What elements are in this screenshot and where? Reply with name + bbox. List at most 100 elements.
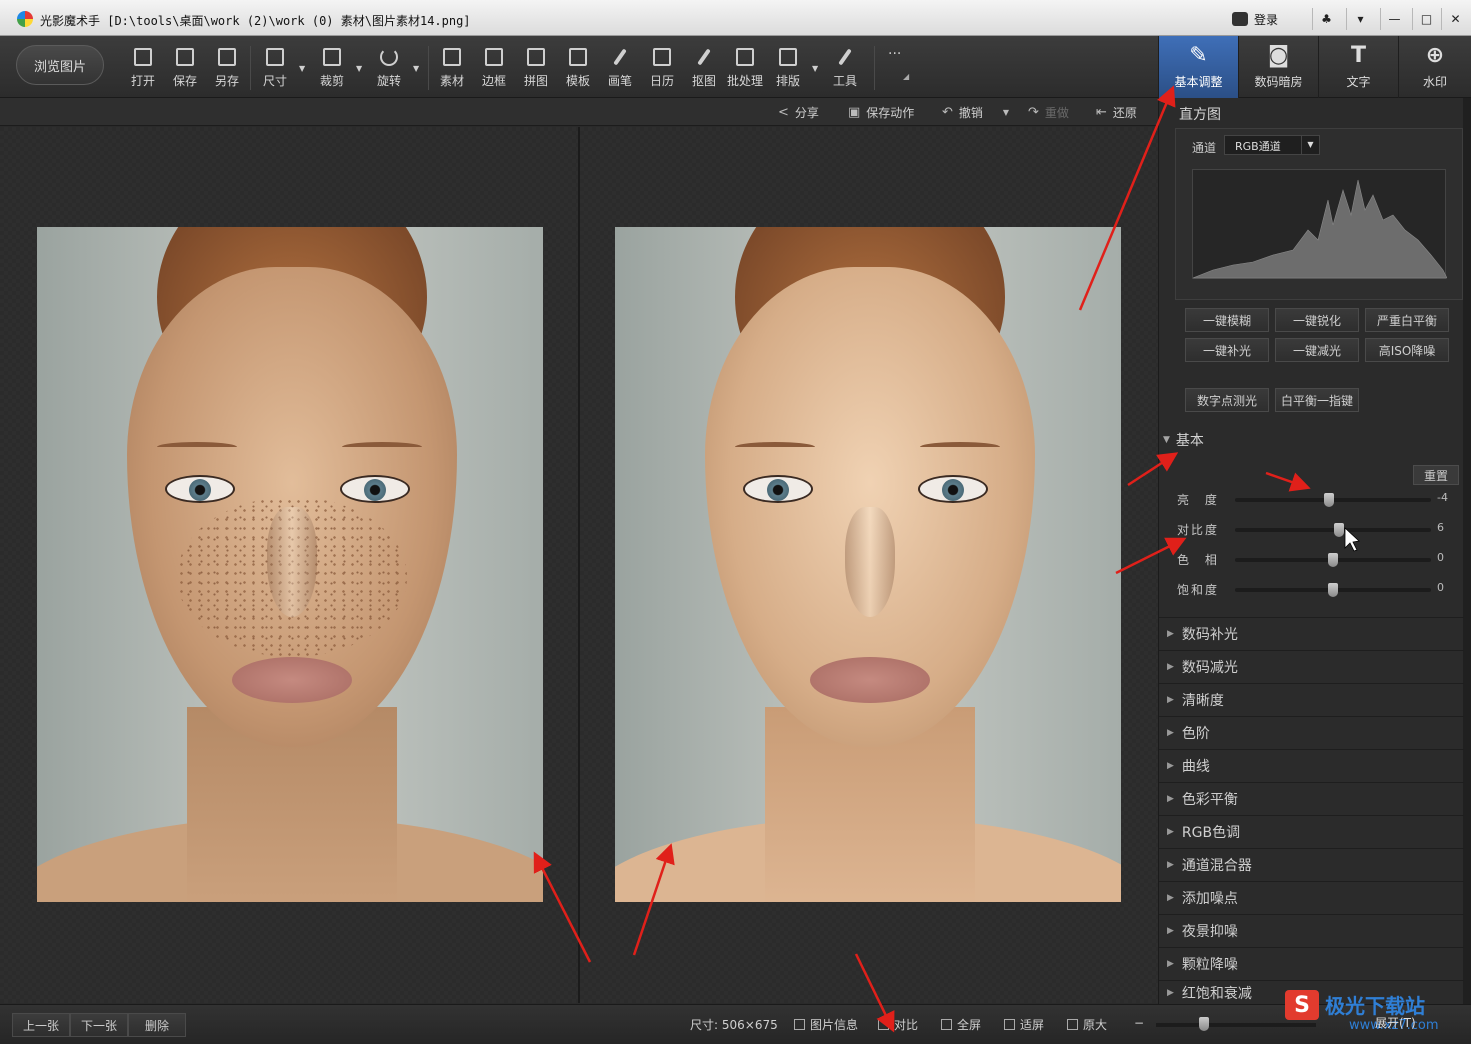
basic-section-header[interactable]: ▼ 基本 bbox=[1163, 430, 1204, 450]
histogram-header[interactable]: 直方图 bbox=[1179, 104, 1221, 124]
browse-images-button[interactable]: 浏览图片 bbox=[16, 45, 104, 85]
original-size-button[interactable]: 原大 bbox=[1067, 1016, 1107, 1033]
original-photo[interactable] bbox=[37, 227, 543, 902]
saturation-slider[interactable]: 饱和度 0 bbox=[1177, 579, 1449, 599]
layout-dropdown-icon[interactable]: ▼ bbox=[812, 64, 818, 73]
one-click-fill-light-button[interactable]: 一键补光 bbox=[1185, 338, 1269, 362]
section-night-denoise[interactable]: ▶ 夜景抑噪 bbox=[1159, 914, 1464, 947]
redo-button[interactable]: ↷ 重做 bbox=[1028, 104, 1069, 121]
brightness-slider[interactable]: 亮 度 -4 bbox=[1177, 489, 1449, 509]
prev-image-button[interactable]: 上一张 bbox=[12, 1013, 70, 1037]
panel-scrollbar[interactable] bbox=[1463, 98, 1471, 1004]
zoom-slider-thumb[interactable] bbox=[1199, 1017, 1209, 1031]
one-click-reduce-light-button[interactable]: 一键减光 bbox=[1275, 338, 1359, 362]
collage-button[interactable]: 拼图 bbox=[516, 46, 556, 92]
section-curves[interactable]: ▶ 曲线 bbox=[1159, 749, 1464, 782]
quick-buttons-row2: 一键补光 一键减光 高ISO降噪 bbox=[1185, 338, 1449, 362]
image-size-label: 尺寸: 506×675 bbox=[690, 1018, 778, 1032]
one-click-sharpen-button[interactable]: 一键锐化 bbox=[1275, 308, 1359, 332]
fit-screen-icon bbox=[1004, 1019, 1015, 1030]
template-button[interactable]: 模板 bbox=[558, 46, 598, 92]
close-button[interactable]: ✕ bbox=[1441, 8, 1469, 30]
resize-icon bbox=[266, 48, 284, 66]
section-clarity[interactable]: ▶ 清晰度 bbox=[1159, 683, 1464, 716]
open-button[interactable]: 打开 bbox=[123, 46, 163, 92]
skin-icon[interactable]: ♣ bbox=[1312, 8, 1340, 30]
tab-basic-adjust[interactable]: ✎ 基本调整 bbox=[1158, 36, 1238, 98]
cutout-icon bbox=[697, 48, 711, 66]
section-grain-denoise[interactable]: ▶ 颗粒降噪 bbox=[1159, 947, 1464, 980]
tab-digital-darkroom[interactable]: ◙ 数码暗房 bbox=[1238, 36, 1318, 98]
user-icon bbox=[1232, 12, 1248, 26]
resize-dropdown-icon[interactable]: ▼ bbox=[299, 64, 305, 73]
contrast-slider[interactable]: 对比度 6 bbox=[1177, 519, 1449, 539]
tab-text[interactable]: T 文字 bbox=[1318, 36, 1398, 98]
contrast-thumb[interactable] bbox=[1333, 523, 1344, 537]
delete-button[interactable]: 删除 bbox=[128, 1013, 186, 1037]
one-click-blur-button[interactable]: 一键模糊 bbox=[1185, 308, 1269, 332]
expand-icon: ▶ bbox=[1167, 761, 1174, 771]
tab-watermark[interactable]: ⊕ 水印 bbox=[1398, 36, 1471, 98]
menu-dropdown-icon[interactable]: ▾ bbox=[1346, 8, 1374, 30]
more-tools-button[interactable]: ··· bbox=[888, 46, 901, 62]
rotate-icon bbox=[380, 48, 398, 66]
expand-icon: ▶ bbox=[1167, 662, 1174, 672]
watermark-icon: ⊕ bbox=[1425, 43, 1445, 68]
image-info-button[interactable]: 图片信息 bbox=[794, 1016, 858, 1033]
spot-metering-button[interactable]: 数字点测光 bbox=[1185, 388, 1269, 412]
crop-dropdown-icon[interactable]: ▼ bbox=[356, 64, 362, 73]
crop-button[interactable]: 裁剪 bbox=[312, 46, 352, 92]
expand-corner-icon[interactable]: ◢ bbox=[903, 72, 909, 81]
rotate-button[interactable]: 旋转 bbox=[369, 46, 409, 92]
section-add-noise[interactable]: ▶ 添加噪点 bbox=[1159, 881, 1464, 914]
brightness-thumb[interactable] bbox=[1324, 493, 1335, 507]
adjusted-photo[interactable] bbox=[615, 227, 1121, 902]
reset-button[interactable]: 重置 bbox=[1413, 465, 1459, 485]
minimize-button[interactable]: — bbox=[1380, 8, 1408, 30]
save-action-button[interactable]: ▣ 保存动作 bbox=[848, 104, 914, 121]
section-reduce-light[interactable]: ▶ 数码减光 bbox=[1159, 650, 1464, 683]
hue-thumb[interactable] bbox=[1328, 553, 1338, 567]
cutout-button[interactable]: 抠图 bbox=[684, 46, 724, 92]
undo-button[interactable]: ↶ 撤销 ▼ bbox=[942, 104, 1009, 121]
channel-label: 通道 bbox=[1192, 141, 1217, 155]
save-as-button[interactable]: 另存 bbox=[207, 46, 247, 92]
white-balance-finger-button[interactable]: 白平衡一指键 bbox=[1275, 388, 1359, 412]
undo-dropdown-icon[interactable]: ▼ bbox=[1003, 108, 1009, 117]
adjust-icon: ✎ bbox=[1189, 43, 1208, 68]
high-iso-denoise-button[interactable]: 高ISO降噪 bbox=[1365, 338, 1449, 362]
layout-button[interactable]: 排版 bbox=[768, 46, 808, 92]
save-button[interactable]: 保存 bbox=[165, 46, 205, 92]
tools-button[interactable]: 工具 bbox=[825, 46, 865, 92]
zoom-out-button[interactable]: − bbox=[1134, 1016, 1144, 1030]
batch-button[interactable]: 批处理 bbox=[725, 46, 765, 92]
login-button[interactable]: 登录 bbox=[1232, 8, 1298, 30]
fit-screen-button[interactable]: 适屏 bbox=[1004, 1016, 1044, 1033]
calendar-button[interactable]: 日历 bbox=[642, 46, 682, 92]
next-image-button[interactable]: 下一张 bbox=[70, 1013, 128, 1037]
rotate-dropdown-icon[interactable]: ▼ bbox=[413, 64, 419, 73]
fullscreen-button[interactable]: 全屏 bbox=[941, 1016, 981, 1033]
share-button[interactable]: < 分享 bbox=[778, 104, 819, 121]
severe-white-balance-button[interactable]: 严重白平衡 bbox=[1365, 308, 1449, 332]
brush-button[interactable]: 画笔 bbox=[600, 46, 640, 92]
restore-button[interactable]: ⇤ 还原 bbox=[1096, 104, 1137, 121]
watermark-expand: 展开(T) bbox=[1375, 1016, 1416, 1030]
section-fill-light[interactable]: ▶ 数码补光 bbox=[1159, 617, 1464, 650]
hue-slider[interactable]: 色 相 0 bbox=[1177, 549, 1449, 569]
maximize-button[interactable]: □ bbox=[1412, 8, 1440, 30]
channel-select[interactable]: RGB通道 ▼ bbox=[1224, 135, 1320, 155]
section-rgb-tone[interactable]: ▶ RGB色调 bbox=[1159, 815, 1464, 848]
section-levels[interactable]: ▶ 色阶 bbox=[1159, 716, 1464, 749]
border-icon bbox=[485, 48, 503, 66]
border-button[interactable]: 边框 bbox=[474, 46, 514, 92]
info-icon bbox=[794, 1019, 805, 1030]
saturation-thumb[interactable] bbox=[1328, 583, 1338, 597]
compare-button[interactable]: 对比 bbox=[878, 1016, 918, 1033]
image-canvas[interactable] bbox=[0, 127, 1158, 1003]
section-color-balance[interactable]: ▶ 色彩平衡 bbox=[1159, 782, 1464, 815]
adjust-panel: 直方图 通道 RGB通道 ▼ 一键模糊 一键锐化 严重白平衡 一键补光 一键减光… bbox=[1158, 98, 1471, 1004]
material-button[interactable]: 素材 bbox=[432, 46, 472, 92]
resize-button[interactable]: 尺寸 bbox=[255, 46, 295, 92]
section-channel-mixer[interactable]: ▶ 通道混合器 bbox=[1159, 848, 1464, 881]
